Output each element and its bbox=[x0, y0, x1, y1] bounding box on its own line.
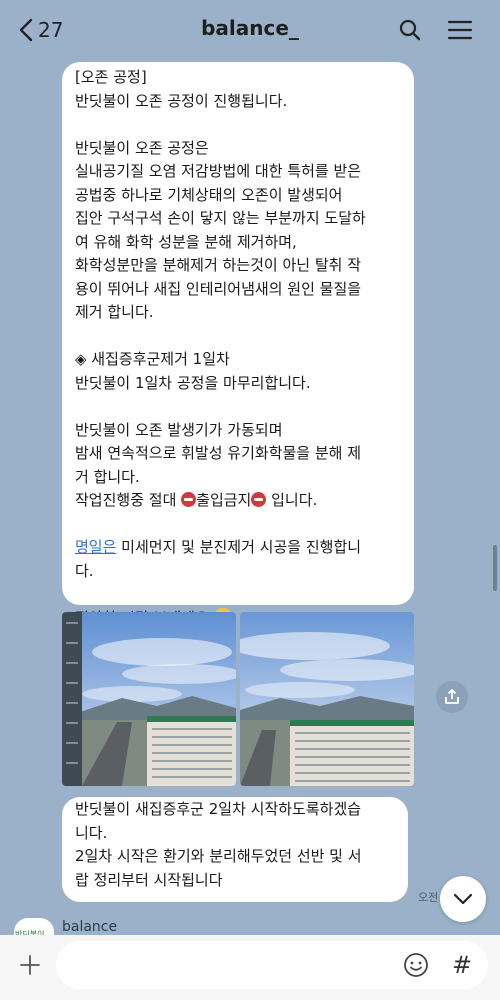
city-photo bbox=[62, 612, 236, 786]
message-line: 용이 뛰어나 새집 인테리어냄새의 원인 물질을 bbox=[75, 279, 362, 298]
message-bubble[interactable]: 반딧불이 새집증후군 2일차 시작하도록하겠습니다. 2일차 시작은 환기와 분리… bbox=[62, 797, 408, 902]
message-text: 미세먼지 및 분진제거 시공을 진행합니 bbox=[116, 538, 362, 556]
scroll-to-bottom-button[interactable] bbox=[440, 876, 486, 922]
chat-header: 27 balance_ bbox=[0, 0, 500, 60]
photo-thumbnail[interactable] bbox=[62, 612, 236, 786]
no-entry-icon bbox=[251, 492, 267, 507]
plus-icon bbox=[20, 955, 40, 975]
sender-name: balance bbox=[62, 919, 118, 935]
message-text: 입니다. bbox=[266, 491, 318, 509]
message-line: 반딧불이 오존 공정은 bbox=[75, 138, 209, 157]
message-line: 다. bbox=[75, 561, 94, 580]
message-line: 랍 정리부터 시작됩니다 bbox=[75, 870, 223, 889]
emoji-icon bbox=[404, 953, 428, 977]
message-text: 작업진행중 절대 bbox=[75, 491, 182, 509]
search-button[interactable] bbox=[394, 14, 426, 46]
message-line: 작업진행중 절대 출입금지 입니다. bbox=[75, 489, 402, 513]
message-line: 거 합니다. bbox=[75, 467, 140, 486]
search-icon bbox=[399, 19, 421, 41]
hashtag-button[interactable]: # bbox=[445, 948, 479, 982]
share-icon bbox=[445, 689, 459, 704]
message-line: 니다. bbox=[75, 823, 108, 842]
message-line: 명일은 미세먼지 및 분진제거 시공을 진행합니 bbox=[75, 536, 402, 560]
message-line: 공법중 하나로 기체상태의 오존이 발생되어 bbox=[75, 185, 343, 204]
message-line: ◈ 새집증후군제거 1일차 bbox=[75, 350, 230, 368]
message-line: 밤새 연속적으로 휘발성 유기화학물을 분해 제 bbox=[75, 444, 362, 462]
input-bar: # bbox=[0, 935, 500, 1000]
scrollbar-thumb[interactable] bbox=[493, 545, 497, 591]
message-line: 반딧불이 새집증후군 2일차 시작하도록하겠습 bbox=[75, 800, 362, 818]
date-link[interactable]: 명일은 bbox=[75, 538, 116, 556]
message-line: 반딧불이 오존 발생기가 가동되며 bbox=[75, 420, 283, 439]
emoji-button[interactable] bbox=[401, 948, 431, 982]
message-line: 화학성분만을 분해제거 하는것이 아닌 탈취 작 bbox=[75, 256, 362, 274]
no-entry-text: 출입금지 bbox=[196, 491, 252, 509]
message-line: 집안 구석구석 손이 닿지 않는 부분까지 도달하 bbox=[75, 209, 366, 227]
chevron-down-icon bbox=[453, 893, 473, 905]
message-line: 반딧불이 1일차 공정을 마무리합니다. bbox=[75, 373, 311, 392]
message-line: 제거 합니다. bbox=[75, 303, 154, 321]
message-line: 실내공기질 오염 저감방법에 대한 특허를 받은 bbox=[75, 162, 362, 180]
message-line: [오존 공정] bbox=[75, 68, 147, 86]
message-line: 반딧불이 오존 공정이 진행됩니다. bbox=[75, 91, 288, 110]
share-button[interactable] bbox=[436, 681, 468, 713]
city-photo bbox=[240, 612, 414, 786]
message-line: 2일차 시작은 환기와 분리해두었던 선반 및 서 bbox=[75, 847, 362, 865]
attach-button[interactable] bbox=[10, 945, 50, 985]
message-line: 여 유해 화학 성분을 분해 제거하며, bbox=[75, 232, 297, 251]
no-entry-icon bbox=[181, 492, 197, 507]
photo-thumbnail[interactable] bbox=[240, 612, 414, 786]
menu-button[interactable] bbox=[444, 14, 476, 46]
message-bubble[interactable]: [오존 공정] 반딧불이 오존 공정이 진행됩니다. 반딧불이 오존 공정은실내공… bbox=[62, 62, 414, 627]
menu-icon bbox=[447, 20, 473, 40]
